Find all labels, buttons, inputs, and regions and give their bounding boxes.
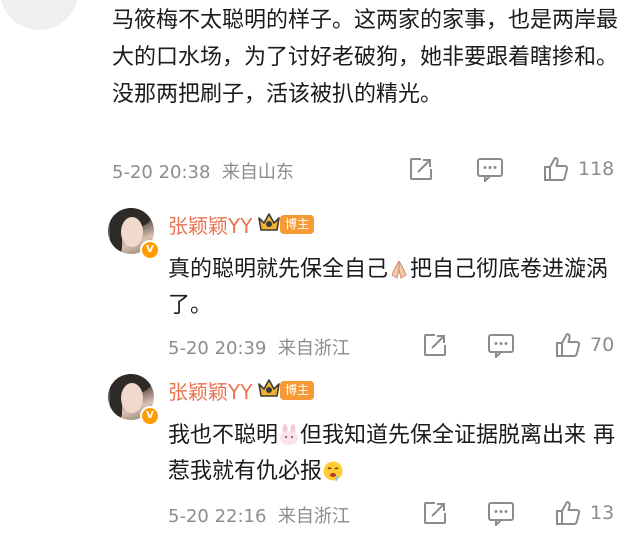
- reply-time: 5-20 22:16: [168, 506, 267, 527]
- main-comment-time: 5-20 20:38: [112, 162, 211, 183]
- share-button[interactable]: [422, 498, 448, 528]
- main-comment-meta: 5-20 20:38 来自山东 118: [112, 154, 632, 184]
- crown-icon: [258, 379, 280, 397]
- like-count: 118: [578, 158, 615, 180]
- comment-button[interactable]: [476, 154, 504, 184]
- share-button[interactable]: [422, 330, 448, 360]
- comment-icon: [488, 502, 514, 526]
- share-icon: [410, 158, 432, 180]
- share-icon: [424, 502, 446, 524]
- main-comment-time-source: 5-20 20:38 来自山东: [112, 158, 294, 184]
- comment-button[interactable]: [487, 330, 515, 360]
- reply-text: 我也不聪明 但我知道先保全证据脱离出来 再惹我就有仇必报: [168, 418, 628, 490]
- reply-time-source: 5-20 22:16 来自浙江: [168, 502, 350, 528]
- like-count: 13: [590, 502, 615, 524]
- crown-icon: [258, 213, 280, 231]
- reply-time-source: 5-20 20:39 来自浙江: [168, 334, 350, 360]
- reply-text-part1: 真的聪明就先保全自己: [168, 257, 389, 282]
- share-icon: [424, 334, 446, 356]
- like-button[interactable]: 13: [554, 498, 614, 528]
- reply-meta: 5-20 20:39 来自浙江 70: [112, 330, 632, 360]
- like-button[interactable]: 70: [554, 330, 614, 360]
- reply-meta: 5-20 22:16 来自浙江 13: [112, 498, 632, 528]
- reply-text-part1: 我也不聪明: [168, 423, 279, 448]
- bunny-emoji: [280, 424, 299, 445]
- reply-item: V 张颖颖YY 博主 真的聪明就先保全自己 把自己彻底卷进漩涡了。: [108, 208, 633, 348]
- like-button[interactable]: 118: [542, 154, 614, 184]
- share-button[interactable]: [408, 154, 434, 184]
- main-comment-avatar[interactable]: [0, 0, 78, 30]
- reply-item: V 张颖颖YY 博主 我也不聪明 但我知道先保全证据脱离出来 再惹我就有仇必报: [108, 374, 633, 514]
- blogger-badge: 博主: [280, 381, 315, 400]
- reply-source: 来自浙江: [277, 506, 350, 527]
- like-count: 70: [590, 334, 615, 356]
- comment-button[interactable]: [487, 498, 515, 528]
- blogger-badge: 博主: [280, 215, 315, 234]
- main-comment-text: 马筱梅不太聪明的样子。这两家的家事，也是两岸最大的口水场，为了讨好老破狗，她非要…: [112, 8, 619, 107]
- verified-badge-icon: V: [140, 240, 160, 260]
- like-icon: [556, 501, 581, 525]
- like-icon: [556, 333, 581, 357]
- reply-source: 来自浙江: [277, 338, 350, 359]
- reply-text: 真的聪明就先保全自己 把自己彻底卷进漩涡了。: [168, 252, 628, 324]
- reply-username[interactable]: 张颖颖YY: [168, 210, 252, 239]
- drooling-face-emoji: [323, 461, 343, 482]
- main-comment-source: 来自山东: [221, 162, 294, 183]
- reply-username[interactable]: 张颖颖YY: [168, 376, 252, 405]
- reply-time: 5-20 20:39: [168, 338, 267, 359]
- comment-icon: [488, 334, 514, 358]
- praying-hands-emoji: [391, 260, 407, 279]
- verified-badge-icon: V: [140, 406, 160, 426]
- comment-icon: [477, 158, 503, 182]
- like-icon: [544, 157, 569, 181]
